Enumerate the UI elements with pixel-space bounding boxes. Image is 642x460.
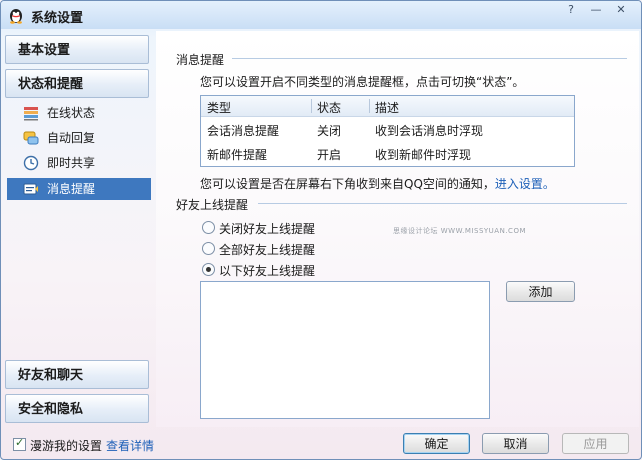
- cell-description: 收到新邮件时浮现: [375, 148, 472, 162]
- cell-type: 会话消息提醒: [207, 124, 280, 138]
- column-divider[interactable]: [369, 99, 370, 113]
- auto-reply-icon: [23, 131, 39, 145]
- friend-list-box[interactable]: [200, 281, 490, 419]
- settings-content: 消息提醒 您可以设置开启不同类型的消息提醒框，点击可切换“状态”。 类型 状态 …: [156, 31, 639, 427]
- window-title: 系统设置: [31, 11, 84, 26]
- section-divider: [258, 203, 627, 204]
- title-bar[interactable]: 系统设置 ? — ✕: [1, 1, 641, 29]
- cancel-button[interactable]: 取消: [482, 433, 549, 454]
- message-notice-icon: [23, 183, 38, 195]
- sidebar-item-online-status[interactable]: 在线状态: [7, 102, 151, 124]
- table-row[interactable]: 新邮件提醒 开启 收到新邮件时浮现: [201, 141, 574, 165]
- sidebar-item-instant-share[interactable]: 即时共享: [7, 152, 151, 174]
- radio-label: 关闭好友上线提醒: [219, 222, 316, 236]
- footer: ✓ 漫游我的设置 查看详情 确定 取消 应用: [1, 429, 641, 459]
- help-button[interactable]: ?: [564, 3, 578, 17]
- section-title-friend-online: 好友上线提醒: [176, 198, 249, 212]
- roam-settings-label: 漫游我的设置: [30, 439, 103, 453]
- qzone-notice-label: 您可以设置是否在屏幕右下角收到来自QQ空间的通知，: [200, 177, 495, 191]
- checkmark-icon: ✓: [15, 436, 25, 449]
- online-status-icon: [24, 107, 38, 121]
- add-friend-button[interactable]: 添加: [506, 281, 575, 302]
- qzone-settings-link[interactable]: 进入设置。: [495, 177, 555, 191]
- column-header-type: 类型: [207, 101, 232, 115]
- cell-type: 新邮件提醒: [207, 148, 268, 162]
- column-header-status: 状态: [317, 101, 342, 115]
- section-divider: [232, 58, 627, 59]
- view-details-link[interactable]: 查看详情: [106, 437, 154, 454]
- cell-status[interactable]: 开启: [317, 146, 341, 163]
- instant-share-icon: [23, 155, 39, 171]
- radio-button[interactable]: [202, 221, 215, 234]
- sidebar-item-label: 即时共享: [47, 156, 96, 170]
- sidebar-header-friends-chat[interactable]: 好友和聊天: [5, 360, 149, 389]
- watermark: 思缘设计论坛 WWW.MISSYUAN.COM: [393, 227, 526, 235]
- sidebar-header-basic[interactable]: 基本设置: [5, 35, 149, 64]
- table-row[interactable]: 会话消息提醒 关闭 收到会话消息时浮现: [201, 117, 574, 141]
- radio-button[interactable]: [202, 242, 215, 255]
- radio-button[interactable]: [202, 263, 215, 276]
- radio-label: 全部好友上线提醒: [219, 243, 316, 257]
- minimize-button[interactable]: —: [588, 3, 604, 17]
- sidebar-header-status[interactable]: 状态和提醒: [5, 69, 149, 98]
- sidebar-item-auto-reply[interactable]: 自动回复: [7, 127, 151, 149]
- qq-penguin-icon: [10, 9, 22, 24]
- cell-description: 收到会话消息时浮现: [375, 124, 484, 138]
- notice-table: 类型 状态 描述 会话消息提醒 关闭 收到会话消息时浮现 新邮件提醒 开启 收到…: [200, 95, 575, 167]
- settings-window: 系统设置 ? — ✕ 基本设置 状态和提醒 在线状态 自动回复 即时共享 消息提…: [0, 0, 642, 460]
- message-notice-description: 您可以设置开启不同类型的消息提醒框，点击可切换“状态”。: [200, 75, 525, 89]
- sidebar-item-message-notice[interactable]: 消息提醒: [7, 178, 151, 200]
- radio-label: 以下好友上线提醒: [219, 264, 316, 278]
- column-header-description: 描述: [375, 101, 400, 115]
- roam-settings-checkbox[interactable]: ✓: [13, 436, 26, 451]
- sidebar-item-label: 自动回复: [47, 131, 96, 145]
- radio-selected-dot: [206, 267, 211, 272]
- column-divider[interactable]: [311, 99, 312, 113]
- cell-status[interactable]: 关闭: [317, 122, 341, 139]
- sidebar-header-security-privacy[interactable]: 安全和隐私: [5, 394, 149, 423]
- sidebar-item-label: 在线状态: [47, 106, 96, 120]
- ok-button[interactable]: 确定: [403, 433, 470, 454]
- qzone-notice-text: 您可以设置是否在屏幕右下角收到来自QQ空间的通知，进入设置。: [200, 175, 555, 192]
- close-button[interactable]: ✕: [606, 3, 636, 17]
- sidebar: 基本设置 状态和提醒 在线状态 自动回复 即时共享 消息提醒 好友和聊天 安全和…: [3, 31, 153, 427]
- sidebar-item-label: 消息提醒: [47, 182, 96, 196]
- table-header: 类型 状态 描述: [201, 96, 574, 117]
- section-title-message-notice: 消息提醒: [176, 53, 225, 67]
- apply-button[interactable]: 应用: [562, 433, 629, 454]
